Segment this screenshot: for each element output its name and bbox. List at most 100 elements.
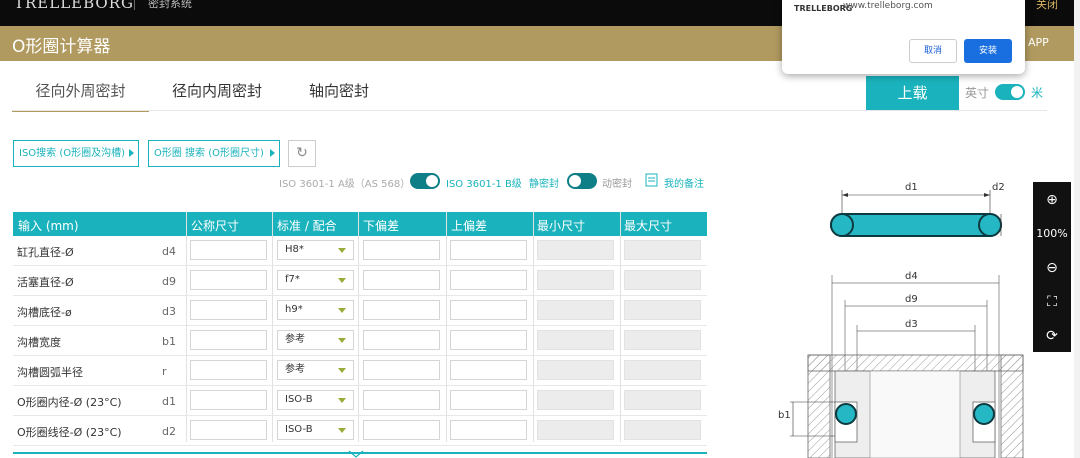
- standard-select[interactable]: ISO-B: [277, 420, 354, 440]
- tab-axial[interactable]: 轴向密封: [302, 72, 376, 112]
- nominal-input[interactable]: [190, 390, 267, 410]
- standard-select[interactable]: h9*: [277, 300, 354, 320]
- oring-search-button[interactable]: O形圈 搜索 (O形圈尺寸): [148, 140, 280, 167]
- iso-class-b-label: ISO 3601-1 B级: [446, 179, 522, 190]
- nominal-input[interactable]: [190, 300, 267, 320]
- app-link[interactable]: APP: [1028, 36, 1049, 49]
- install-button[interactable]: 安装: [964, 39, 1012, 63]
- row-symbol: d1: [162, 395, 176, 408]
- min-output: [537, 360, 614, 380]
- iso-class-toggle[interactable]: [410, 173, 440, 189]
- upper-dev-input[interactable]: [450, 330, 527, 350]
- standard-select[interactable]: 参考: [277, 360, 354, 380]
- lower-dev-input[interactable]: [363, 270, 440, 290]
- table-row: 沟槽圆弧半径 r 参考: [13, 356, 707, 386]
- max-output: [624, 240, 701, 260]
- oring-diagram: d1 d2 d4 d9 d3 b1: [778, 182, 1024, 458]
- zoom-level: 100%: [1036, 227, 1068, 240]
- d1-label: d1: [905, 182, 918, 193]
- table-header: 输入 (mm) 公称尺寸 标准 / 配合 下偏差 上偏差 最小尺寸 最大尺寸: [13, 212, 707, 236]
- upper-dev-input[interactable]: [450, 420, 527, 440]
- select-value: H8*: [285, 244, 304, 255]
- standard-select[interactable]: H8*: [277, 240, 354, 260]
- col-upper-dev: 上偏差: [451, 219, 488, 233]
- lower-dev-input[interactable]: [363, 360, 440, 380]
- tab-radial-inner[interactable]: 径向内周密封: [162, 72, 272, 112]
- select-value: h9*: [285, 304, 303, 315]
- lower-dev-input[interactable]: [363, 420, 440, 440]
- my-notes-link[interactable]: 我的备注: [664, 175, 704, 190]
- lower-dev-input[interactable]: [363, 390, 440, 410]
- fullscreen-icon[interactable]: ⛶: [1033, 286, 1071, 318]
- min-output: [537, 330, 614, 350]
- standard-select[interactable]: f7*: [277, 270, 354, 290]
- min-output: [537, 420, 614, 440]
- rotate-icon[interactable]: ⟳: [1033, 320, 1071, 352]
- nominal-input[interactable]: [190, 270, 267, 290]
- unit-imperial-label: 英寸: [965, 86, 990, 100]
- unit-toggle[interactable]: [995, 84, 1025, 100]
- d2-label: d2: [992, 182, 1005, 193]
- cancel-button[interactable]: 取消: [909, 39, 957, 63]
- upper-dev-input[interactable]: [450, 300, 527, 320]
- row-symbol: d4: [162, 245, 176, 258]
- column-divider: [358, 212, 359, 442]
- nominal-input[interactable]: [190, 360, 267, 380]
- expand-arrow-icon[interactable]: [348, 450, 364, 458]
- iso-search-button[interactable]: ISO搜索 (O形圈及沟槽): [13, 140, 139, 167]
- max-output: [624, 330, 701, 350]
- upper-dev-input[interactable]: [450, 270, 527, 290]
- close-link[interactable]: 关闭: [1036, 0, 1058, 12]
- table-row: O形圈内径-Ø (23°C) d1 ISO-B: [13, 386, 707, 416]
- col-nominal: 公称尺寸: [191, 219, 240, 233]
- row-label: 沟槽底径-ø: [17, 306, 72, 319]
- row-symbol: d2: [162, 425, 176, 438]
- tab-radial-outer[interactable]: 径向外周密封: [12, 72, 149, 112]
- chevron-right-icon: [129, 149, 134, 157]
- max-output: [624, 360, 701, 380]
- d4-label: d4: [905, 271, 918, 282]
- standard-select[interactable]: ISO-B: [277, 390, 354, 410]
- static-seal-label: 静密封: [529, 179, 559, 190]
- notes-icon[interactable]: [645, 173, 659, 187]
- app-root: TRELLEBORG 密封系统 关闭 O形圈计算器 APP 径向外周密封 径向内…: [0, 0, 1080, 458]
- col-min: 最小尺寸: [537, 219, 586, 233]
- seal-type-toggle[interactable]: [567, 173, 597, 189]
- refresh-icon[interactable]: ↻: [288, 140, 316, 167]
- column-divider: [272, 212, 273, 442]
- dropdown-icon: [338, 308, 346, 313]
- upper-dev-input[interactable]: [450, 360, 527, 380]
- page-scrollbar[interactable]: [1074, 0, 1080, 458]
- dropdown-icon: [338, 398, 346, 403]
- table-row: 缸孔直径-Ø d4 H8*: [13, 236, 707, 266]
- col-input: 输入 (mm): [18, 219, 79, 233]
- table-row: 沟槽底径-ø d3 h9*: [13, 296, 707, 326]
- upload-button[interactable]: 上载: [866, 76, 959, 110]
- row-label: O形圈内径-Ø (23°C): [17, 396, 122, 409]
- row-label: O形圈线径-Ø (23°C): [17, 426, 122, 439]
- zoom-in-icon[interactable]: ⊕: [1033, 184, 1071, 216]
- nominal-input[interactable]: [190, 330, 267, 350]
- row-symbol: r: [162, 365, 167, 378]
- select-value: ISO-B: [285, 424, 313, 435]
- col-standard: 标准 / 配合: [277, 219, 337, 233]
- lower-dev-input[interactable]: [363, 330, 440, 350]
- select-value: ISO-B: [285, 394, 313, 405]
- iso-class-a-label: ISO 3601-1 A级（AS 568）: [279, 179, 411, 190]
- standard-select[interactable]: 参考: [277, 330, 354, 350]
- tab-underline: [12, 110, 1047, 111]
- max-output: [624, 300, 701, 320]
- lower-dev-input[interactable]: [363, 300, 440, 320]
- upper-dev-input[interactable]: [450, 240, 527, 260]
- b1-label: b1: [778, 410, 791, 421]
- brand-logo[interactable]: TRELLEBORG: [14, 0, 134, 12]
- table-row: 活塞直径-Ø d9 f7*: [13, 266, 707, 296]
- lower-dev-input[interactable]: [363, 240, 440, 260]
- upper-dev-input[interactable]: [450, 390, 527, 410]
- row-label: 缸孔直径-Ø: [17, 246, 74, 259]
- row-label: 活塞直径-Ø: [17, 276, 74, 289]
- dropdown-icon: [338, 248, 346, 253]
- zoom-out-icon[interactable]: ⊖: [1033, 252, 1071, 284]
- nominal-input[interactable]: [190, 420, 267, 440]
- nominal-input[interactable]: [190, 240, 267, 260]
